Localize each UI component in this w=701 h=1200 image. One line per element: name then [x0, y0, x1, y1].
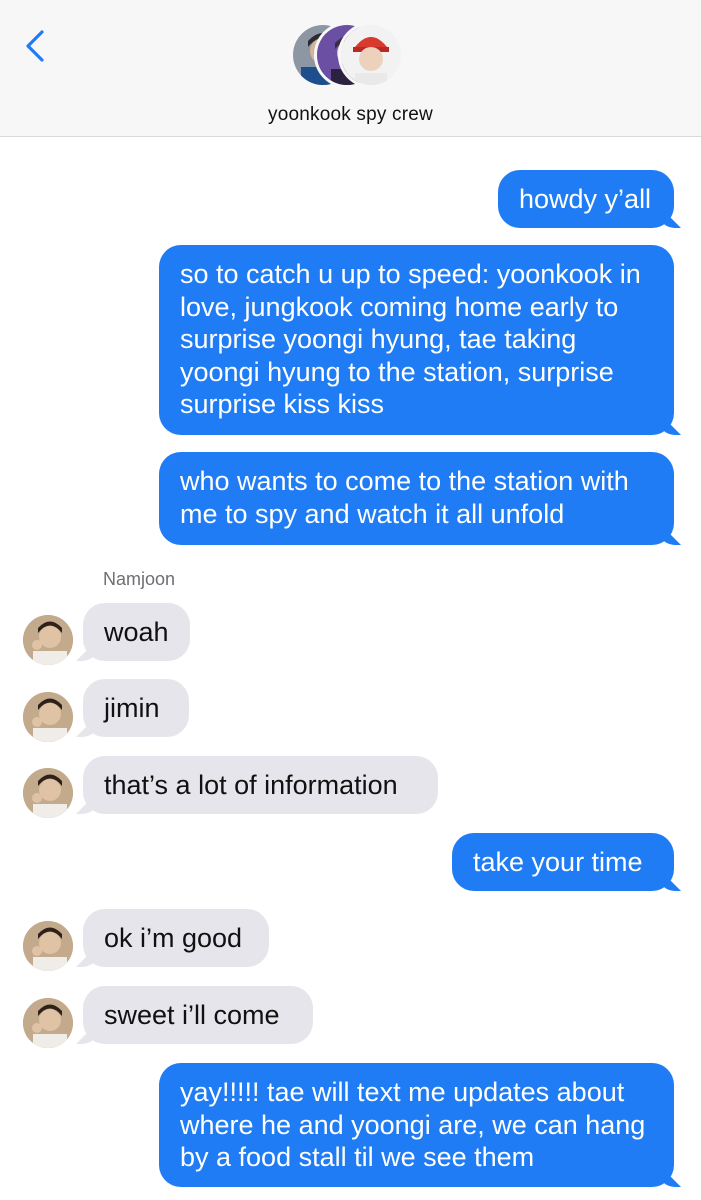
message-text: howdy y’all: [519, 184, 652, 214]
avatar[interactable]: [23, 768, 73, 818]
message-text: that’s a lot of information: [104, 770, 398, 800]
incoming-message[interactable]: that’s a lot of information: [83, 756, 438, 814]
message-line: so to catch u up to speed: yoonkook in: [180, 259, 641, 289]
outgoing-message[interactable]: howdy y’all: [498, 170, 674, 228]
message-thread: howdy y’all so to catch u up to speed: y…: [0, 137, 701, 1200]
message-line: love, jungkook coming home early to: [180, 291, 619, 322]
sender-name: Namjoon: [103, 569, 176, 589]
back-button[interactable]: [18, 28, 54, 64]
message-line: by a food stall til we see them: [180, 1142, 535, 1172]
message-text: woah: [104, 617, 169, 647]
message-text: jimin: [104, 693, 160, 723]
chat-header: yoonkook spy crew: [0, 0, 701, 137]
message-line: yay!!!!! tae will text me updates about: [180, 1077, 625, 1107]
avatar[interactable]: [23, 692, 73, 742]
chevron-left-icon: [26, 30, 44, 62]
message-text: ok i’m good: [104, 923, 243, 953]
avatar[interactable]: [23, 615, 73, 665]
message-line: surprise kiss kiss: [180, 389, 385, 419]
conversation-title[interactable]: yoonkook spy crew: [0, 104, 701, 126]
incoming-message[interactable]: woah: [83, 603, 190, 661]
avatar[interactable]: [23, 998, 73, 1048]
outgoing-message[interactable]: take your time: [452, 833, 674, 891]
message-line: surprise yoongi hyung, tae taking: [180, 324, 577, 354]
avatar[interactable]: [23, 921, 73, 971]
message-line: who wants to come to the station with: [180, 466, 629, 496]
message-line: me to spy and watch it all unfold: [180, 498, 565, 529]
incoming-message[interactable]: sweet i’ll come: [83, 986, 313, 1044]
message-line: where he and yoongi are, we can hang: [180, 1109, 646, 1140]
incoming-message[interactable]: jimin: [83, 679, 189, 737]
message-text: take your time: [473, 847, 643, 877]
outgoing-message[interactable]: yay!!!!! tae will text me updates about …: [159, 1063, 674, 1187]
outgoing-message[interactable]: who wants to come to the station with me…: [159, 452, 674, 545]
outgoing-message[interactable]: so to catch u up to speed: yoonkook in l…: [159, 245, 674, 435]
incoming-message[interactable]: ok i’m good: [83, 909, 269, 967]
group-avatar-stack[interactable]: [290, 22, 414, 96]
message-line: yoongi hyung to the station, surprise: [180, 356, 614, 387]
message-text: sweet i’ll come: [104, 1000, 280, 1030]
member-avatar: [338, 22, 404, 88]
